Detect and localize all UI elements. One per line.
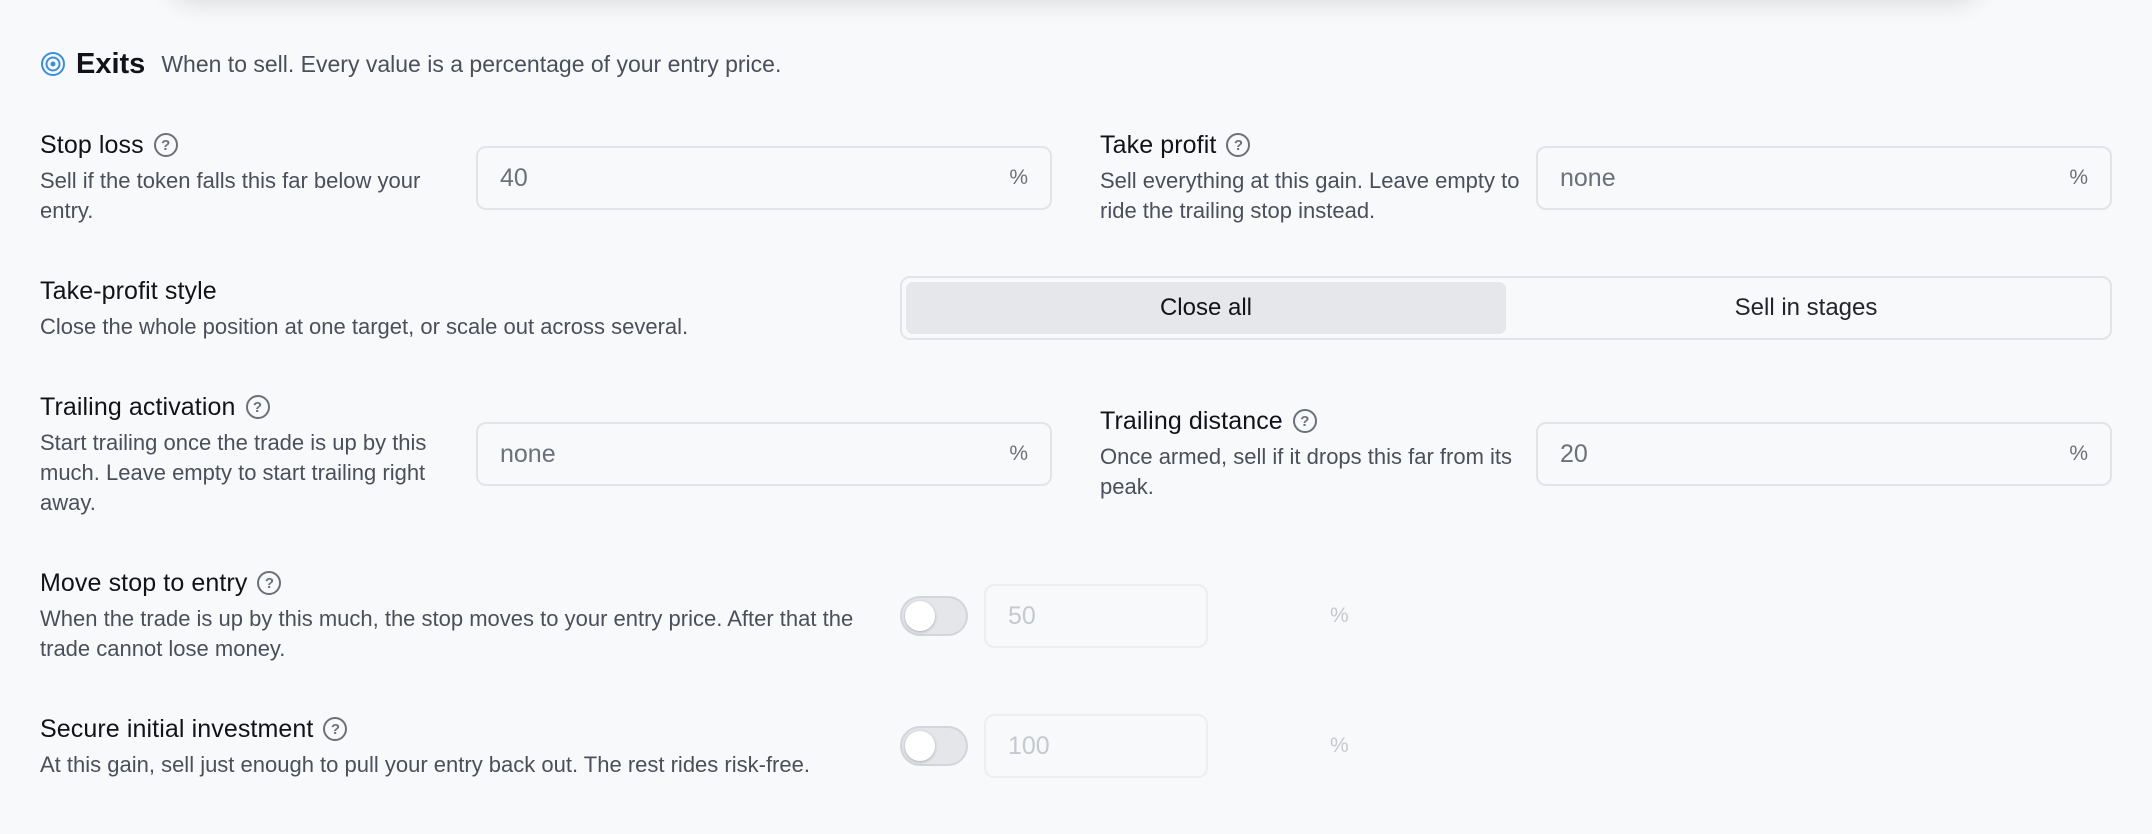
take-profit-input[interactable]: [1560, 163, 2070, 193]
trailing-activation-label: Trailing activation: [40, 392, 236, 421]
stop-loss-input[interactable]: [500, 163, 1010, 193]
take-profit-input-box[interactable]: %: [1536, 146, 2112, 210]
percent-unit: %: [2069, 442, 2088, 465]
take-profit-style-label: Take-profit style: [40, 276, 217, 305]
trailing-distance-description: Once armed, sell if it drops this far fr…: [1100, 444, 1513, 499]
move-stop-to-entry-input[interactable]: [1008, 601, 1330, 631]
stop-loss-input-box[interactable]: %: [476, 146, 1052, 210]
toggle-knob: [905, 601, 935, 631]
percent-unit: %: [1330, 604, 1349, 627]
sell-in-stages-option[interactable]: Sell in stages: [1506, 282, 2106, 334]
help-icon[interactable]: ?: [1226, 133, 1251, 157]
trailing-distance-field: Trailing distance ? Once armed, sell if …: [1100, 404, 1520, 502]
section-description: When to sell. Every value is a percentag…: [161, 50, 782, 77]
help-icon[interactable]: ?: [1292, 409, 1317, 433]
target-icon: [40, 51, 66, 77]
stop-loss-field: Stop loss ? Sell if the token falls this…: [40, 128, 460, 226]
take-profit-label: Take profit: [1100, 130, 1217, 159]
trailing-activation-description: Start trailing once the trade is up by t…: [40, 430, 427, 515]
trailing-distance-input-box[interactable]: %: [1536, 422, 2112, 486]
take-profit-description: Sell everything at this gain. Leave empt…: [1100, 168, 1520, 223]
secure-initial-investment-input[interactable]: [1008, 731, 1330, 761]
help-icon[interactable]: ?: [323, 717, 348, 741]
stop-loss-label: Stop loss: [40, 130, 144, 159]
percent-unit: %: [1330, 734, 1349, 757]
secure-initial-investment-toggle[interactable]: [900, 726, 968, 766]
move-stop-to-entry-label: Move stop to entry: [40, 568, 248, 597]
percent-unit: %: [1009, 166, 1028, 189]
secure-initial-investment-field: Secure initial investment ? At this gain…: [40, 712, 920, 780]
trailing-distance-input[interactable]: [1560, 439, 2070, 469]
section-title: Exits: [76, 47, 146, 80]
trailing-distance-label: Trailing distance: [1100, 406, 1283, 435]
take-profit-style-field: Take-profit style Close the whole positi…: [40, 274, 880, 342]
help-icon[interactable]: ?: [257, 571, 282, 595]
percent-unit: %: [1009, 442, 1028, 465]
secure-initial-investment-label: Secure initial investment: [40, 714, 314, 743]
help-icon[interactable]: ?: [153, 133, 178, 157]
secure-initial-investment-description: At this gain, sell just enough to pull y…: [40, 752, 810, 777]
stop-loss-description: Sell if the token falls this far below y…: [40, 168, 421, 223]
secure-initial-investment-input-box[interactable]: %: [984, 714, 1349, 778]
move-stop-to-entry-toggle[interactable]: [900, 596, 968, 636]
trailing-activation-input-box[interactable]: %: [476, 422, 1052, 486]
toggle-knob: [905, 731, 935, 761]
move-stop-to-entry-input-box[interactable]: %: [984, 584, 1349, 648]
close-all-option[interactable]: Close all: [906, 282, 1506, 334]
percent-unit: %: [2069, 166, 2088, 189]
trailing-activation-field: Trailing activation ? Start trailing onc…: [40, 390, 460, 518]
take-profit-field: Take profit ? Sell everything at this ga…: [1100, 128, 1520, 226]
take-profit-style-toggle: Close all Sell in stages: [900, 276, 2112, 340]
section-header: Exits When to sell. Every value is a per…: [40, 44, 781, 84]
take-profit-style-description: Close the whole position at one target, …: [40, 314, 689, 339]
move-stop-to-entry-field: Move stop to entry ? When the trade is u…: [40, 566, 880, 664]
trailing-activation-input[interactable]: [500, 439, 1010, 469]
help-icon[interactable]: ?: [245, 395, 270, 419]
move-stop-to-entry-description: When the trade is up by this much, the s…: [40, 606, 854, 661]
